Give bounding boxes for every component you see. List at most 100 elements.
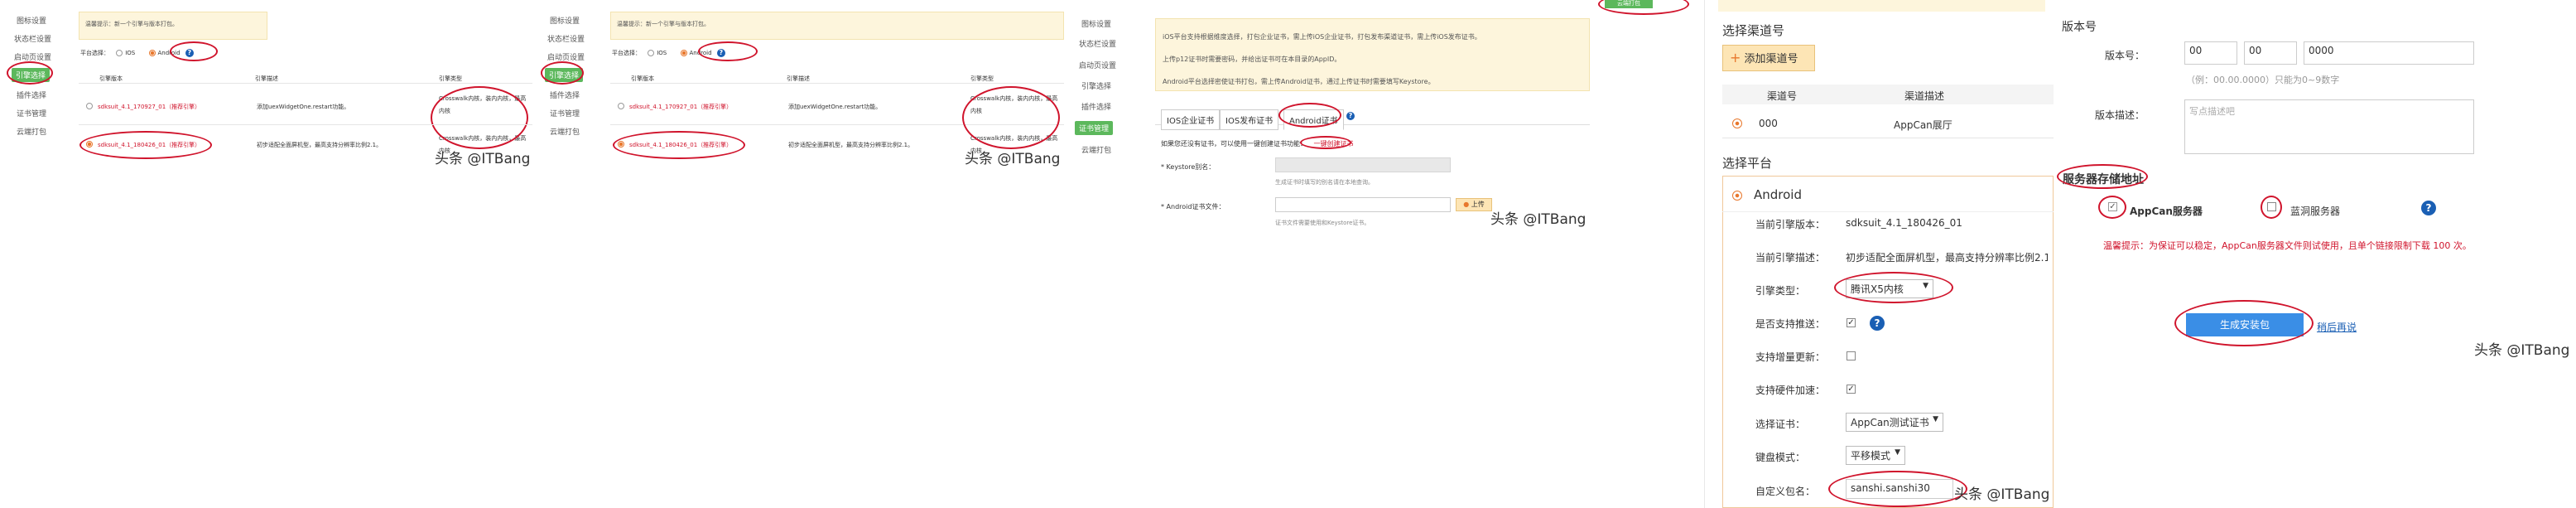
cert-select[interactable]: AppCan测试证书 ▼ (1846, 413, 1943, 432)
appcan-storage-label: AppCan服务器 (2130, 206, 2203, 217)
version-minor-input[interactable]: 00 (2244, 41, 2297, 65)
annotation-circle (2098, 196, 2126, 219)
platform-label: 平台选择： (612, 50, 641, 56)
engine-desc-label: 当前引擎描述： (1755, 252, 1826, 264)
cert-file-hint: 证书文件需要使用和Keystore证书。 (1275, 220, 1370, 226)
channel-radio[interactable] (1732, 119, 1742, 128)
row-version: sdksuit_4.1_170927_01（推荐引擎） (629, 104, 733, 110)
platform-label: 平台选择： (80, 50, 109, 56)
desc-textarea[interactable]: 写点描述吧 (2184, 99, 2474, 154)
annotation-circle (1278, 103, 1341, 128)
version-patch-input[interactable]: 0000 (2304, 41, 2474, 65)
platform-radio[interactable] (1732, 191, 1742, 201)
sidebar-item-launch[interactable]: 启动页设置 (547, 51, 585, 62)
radio-android[interactable] (680, 50, 687, 56)
th-engine-desc: 引擎描述 (255, 75, 278, 82)
version-major-input[interactable]: 00 (2184, 41, 2237, 65)
th-engine-version: 引擎版本 (99, 75, 123, 82)
help-icon[interactable]: ? (2421, 201, 2436, 215)
watermark: 头条 @ITBang (1954, 486, 2050, 503)
add-channel-button[interactable]: + 添加渠道号 (1722, 45, 1815, 71)
annotation-circle (698, 41, 758, 61)
plus-icon: + (1730, 50, 1741, 65)
upload-label: 上传 (1471, 201, 1485, 208)
radio-ios[interactable] (648, 50, 655, 56)
sidebar-item-cert[interactable]: 证书管理 (1075, 121, 1114, 135)
sidebar-item-launch[interactable]: 启动页设置 (1079, 60, 1116, 70)
radio-android[interactable] (148, 50, 156, 56)
tip-text: 如果您还没有证书，可以使用一键创建证书功能： (1161, 140, 1307, 148)
sidebar-item-plugin[interactable]: 插件选择 (1081, 101, 1111, 112)
annotation-circle (962, 86, 1060, 149)
sidebar-item-cert[interactable]: 证书管理 (550, 108, 580, 119)
sidebar-item-icon[interactable]: 图标设置 (550, 15, 580, 26)
th-engine-version: 引擎版本 (631, 75, 654, 82)
th-engine-desc: 引擎描述 (787, 75, 810, 82)
sidebar-item-cloud-build[interactable]: 云端打包 (1081, 144, 1111, 155)
hw-accel-checkbox[interactable]: ✓ (1847, 385, 1856, 394)
sidebar-item-cloud-build[interactable]: 云端打包 (550, 126, 580, 137)
divider (79, 83, 532, 84)
engine-version-label: 当前引擎版本： (1755, 219, 1826, 230)
watermark: 头条 @ITBang (2474, 342, 2570, 359)
chevron-down-icon: ▼ (1933, 415, 1938, 423)
sidebar-item-cloud-build[interactable]: 云端打包 (17, 126, 46, 137)
radio-ios[interactable] (116, 50, 123, 56)
row-desc-2: 初步适配全面屏机型，最高支持分辨率比例2.1。 (257, 141, 382, 149)
divider (610, 83, 1064, 84)
sidebar-item-statusbar[interactable]: 状态栏设置 (547, 33, 585, 44)
notice-box: 温馨提示：新一个引擎与版本打包。 (79, 12, 267, 40)
divider (79, 124, 532, 125)
retry-later-link[interactable]: 稍后再说 (2317, 320, 2357, 334)
annotation-circle (2174, 300, 2314, 346)
keyboard-label: 键盘模式： (1755, 452, 1806, 463)
cert-file-input[interactable] (1275, 197, 1451, 212)
engine-version-value: sdksuit_4.1_180426_01 (1846, 217, 1962, 229)
sidebar-item-statusbar[interactable]: 状态栏设置 (14, 33, 51, 44)
annotation-circle (2261, 196, 2282, 219)
incremental-label: 支持增量更新： (1755, 351, 1826, 363)
keyboard-value: 平移模式 (1851, 450, 1891, 462)
row-desc: 初步适配全面屏机型，最高支持分辨率比例2.1。 (788, 142, 914, 148)
notice-text: 温馨提示：新一个引擎与版本打包。 (617, 21, 710, 27)
upload-button[interactable]: ● 上传 (1456, 198, 1492, 211)
sidebar-item-icon[interactable]: 图标设置 (17, 15, 46, 26)
sidebar-item-launch[interactable]: 启动页设置 (14, 51, 51, 62)
push-checkbox[interactable]: ✓ (1847, 318, 1856, 327)
keystore-input[interactable] (1275, 157, 1451, 172)
sidebar-item-plugin[interactable]: 插件选择 (550, 90, 580, 100)
help-icon[interactable]: ? (1346, 112, 1355, 120)
keystore-hint: 生成证书时填写的别名请在本地查询。 (1275, 179, 1374, 186)
version-hint: （例：00.00.0000）只能为0~9数字 (2186, 75, 2340, 85)
package-label: 自定义包名： (1755, 486, 1816, 497)
row-radio[interactable] (618, 103, 624, 109)
platform-header[interactable]: Android (1722, 176, 2054, 212)
hw-accel-label: 支持硬件加速： (1755, 385, 1826, 396)
platform-title: 选择平台 (1722, 156, 1773, 171)
keyboard-select[interactable]: 平移模式 ▼ (1846, 446, 1905, 465)
tab-ios-enterprise[interactable]: IOS企业证书 (1161, 109, 1221, 130)
channel-desc: AppCan展厅 (1894, 119, 1952, 131)
notice-box-2: 温馨提示：新一个引擎与版本打包。 (610, 12, 1064, 40)
row-radio[interactable] (86, 103, 93, 109)
row-desc-1: 添加uexWidgetOne.restart功能。 (257, 103, 349, 111)
watermark: 头条 @ITBang (965, 151, 1061, 167)
add-channel-label: 添加渠道号 (1744, 53, 1798, 65)
notice-strip (1718, 0, 2045, 12)
sidebar-item-icon[interactable]: 图标设置 (1081, 18, 1111, 29)
sidebar-item-statusbar[interactable]: 状态栏设置 (1079, 38, 1116, 49)
sidebar-item-plugin[interactable]: 插件选择 (17, 90, 46, 100)
incremental-checkbox[interactable] (1847, 351, 1856, 360)
sidebar-item-cert[interactable]: 证书管理 (17, 108, 46, 119)
help-icon[interactable]: ? (1870, 316, 1885, 331)
notice-line: Android平台选择密使证书打包，需上传Android证书，通过上传证书时需要… (1163, 78, 1435, 85)
row-desc-text: 初步适配全面屏机型，最高支持分辨率比例2.1。 (257, 142, 383, 148)
tab-ios-release[interactable]: IOS发布证书 (1220, 109, 1279, 130)
th-channel-desc: 渠道描述 (1904, 90, 1945, 102)
sidebar-item-engine[interactable]: 引擎选择 (1081, 80, 1111, 91)
version-title: 版本号 (2062, 21, 2097, 34)
row-desc-text: 添加uexWidgetOne.restart功能。 (257, 104, 350, 110)
annotation-circle (7, 61, 53, 85)
watermark: 头条 @ITBang (1490, 211, 1587, 228)
annotation-circle (2057, 164, 2148, 189)
